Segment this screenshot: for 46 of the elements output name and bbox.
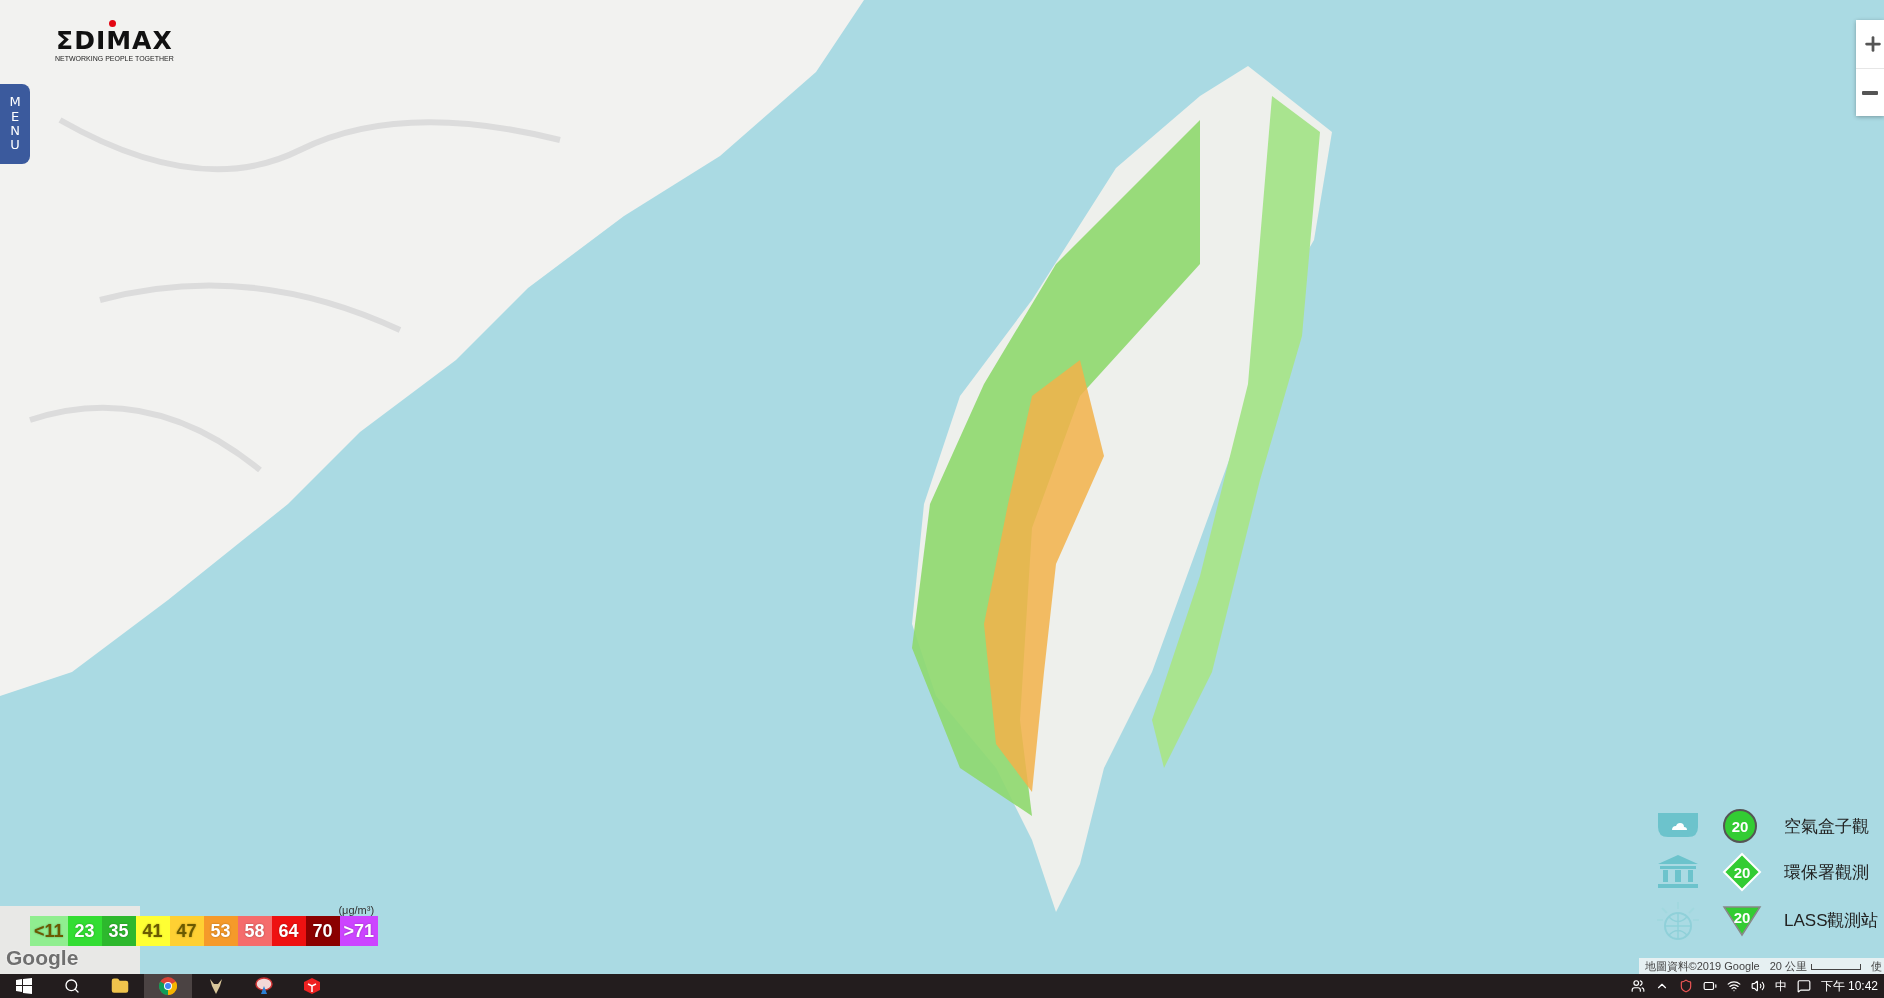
windows-icon: [16, 978, 32, 994]
legend-step: 70: [305, 916, 340, 946]
search-icon: [64, 978, 80, 994]
goat-icon: [207, 977, 225, 995]
legend-step: 53: [203, 916, 238, 946]
unit-label: (μg/m³): [338, 904, 375, 916]
zoom-in-button[interactable]: [1856, 20, 1884, 68]
diamond-marker: 20: [1722, 852, 1762, 892]
people-icon[interactable]: [1630, 979, 1645, 993]
station-type-label: LASS觀測站: [1784, 909, 1880, 932]
shield-icon[interactable]: [1678, 979, 1693, 993]
legend-step: 35: [101, 916, 136, 946]
scale-label: 20 公里: [1769, 958, 1861, 974]
government-building-icon: [1656, 855, 1700, 889]
sun-globe-icon: [1656, 900, 1700, 940]
notification-icon[interactable]: [1796, 979, 1811, 993]
map-data-credit[interactable]: 地圖資料©2019 Google: [1644, 958, 1760, 974]
browser-icon: [159, 977, 177, 995]
box-app-icon: [303, 977, 321, 995]
logo-dot-icon: [109, 20, 116, 27]
wifi-icon[interactable]: [1726, 979, 1741, 993]
volume-icon[interactable]: [1750, 979, 1765, 993]
legend-step: 64: [271, 916, 306, 946]
station-type-label: 空氣盒子觀: [1784, 815, 1870, 838]
zoom-out-button[interactable]: [1856, 68, 1884, 116]
legend-step: 47: [169, 916, 204, 946]
plus-icon: [1862, 33, 1884, 55]
battery-icon[interactable]: [1702, 979, 1717, 993]
google-mark: Google: [6, 946, 79, 970]
legend-step: >71: [339, 916, 379, 946]
station-type-label: 環保署觀測: [1784, 861, 1870, 884]
menu-tab[interactable]: MENU: [0, 84, 30, 164]
satellite-dish-icon: [255, 977, 273, 995]
legend-step: <11: [30, 916, 68, 946]
legend-step: 58: [237, 916, 272, 946]
cloud-box-icon: [1656, 813, 1700, 839]
triangle-marker: 20: [1722, 903, 1762, 937]
clock[interactable]: 下午 10:42: [1820, 977, 1878, 995]
legend-step: 23: [67, 916, 102, 946]
logo-wordmark: ΣDIMAX: [56, 28, 173, 54]
minus-icon: [1862, 90, 1878, 95]
circle-marker: 20: [1722, 808, 1758, 844]
folder-icon: [111, 977, 129, 995]
legend-step: 41: [135, 916, 170, 946]
input-method-indicator[interactable]: 中: [1774, 977, 1787, 995]
terms-link[interactable]: 使: [1871, 958, 1882, 974]
